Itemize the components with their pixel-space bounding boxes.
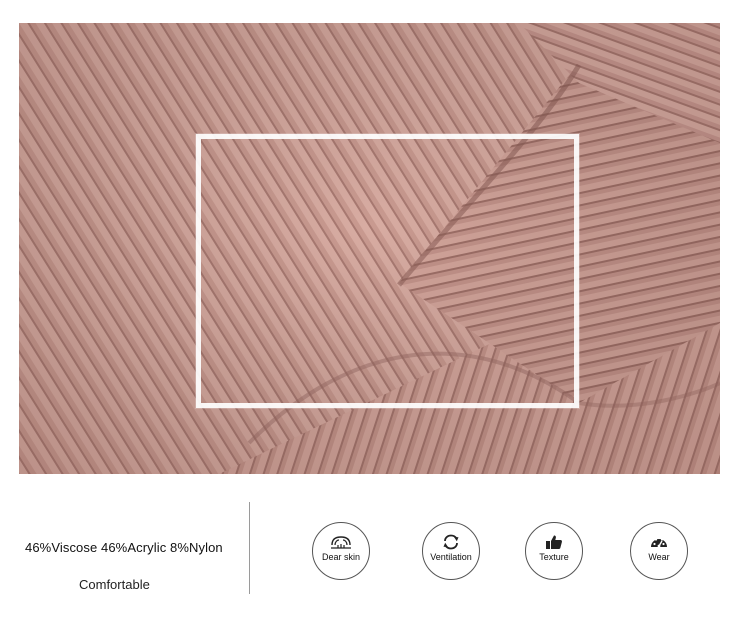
ventilation-icon — [443, 534, 459, 550]
feature-label: Texture — [539, 552, 569, 562]
knit-fabric-photo — [19, 23, 720, 474]
comfort-label: Comfortable — [79, 577, 150, 592]
zoom-highlight-frame — [196, 134, 579, 408]
product-info-panel: 46%Viscose 46%Acrylic 8%Nylon Comfortabl… — [0, 474, 744, 629]
divider — [249, 502, 250, 594]
feature-label: Wear — [648, 552, 670, 562]
feature-ventilation: Ventilation — [422, 522, 480, 580]
feature-wear: Wear — [630, 522, 688, 580]
feature-label: Dear skin — [321, 552, 360, 562]
material-composition: 46%Viscose 46%Acrylic 8%Nylon — [25, 540, 223, 555]
thumbs-up-icon — [546, 535, 562, 549]
wear-dial-icon — [651, 536, 667, 548]
feature-label: Ventilation — [430, 552, 472, 562]
feature-texture: Texture — [525, 522, 583, 580]
skin-icon — [331, 536, 351, 549]
feature-dear-skin: Dear skin — [312, 522, 370, 580]
